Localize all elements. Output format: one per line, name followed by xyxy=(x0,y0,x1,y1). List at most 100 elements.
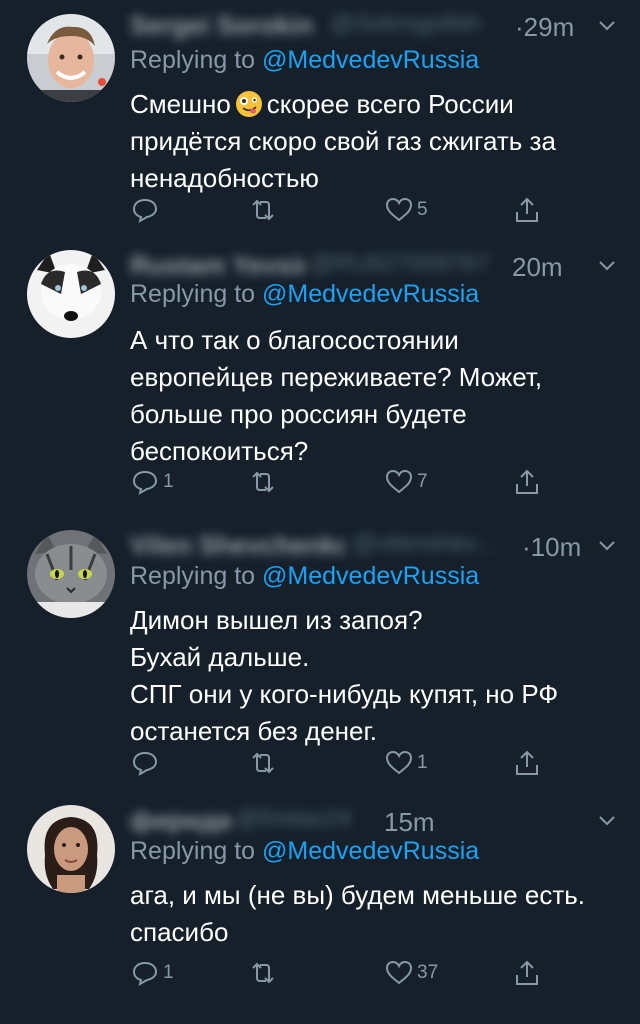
tweet-header: Rustam Yevsin @RU827009767 20m xyxy=(130,250,640,284)
like-button[interactable]: 7 xyxy=(384,464,428,500)
tweet-text: Смешно скорее всего России придётся скоро… xyxy=(130,86,600,197)
avatar[interactable] xyxy=(27,14,115,102)
replying-to: Replying to @MedvedevRussia xyxy=(130,562,479,591)
retweet-button[interactable] xyxy=(248,192,281,228)
tweet-text-line: Димон вышел из запоя? xyxy=(130,605,423,635)
avatar[interactable] xyxy=(27,530,115,618)
like-count: 5 xyxy=(417,199,428,220)
reply-icon xyxy=(132,470,158,496)
reply-button[interactable]: 1 xyxy=(130,955,174,991)
tweet-text: Димон вышел из запоя? Бухай дальше. СПГ … xyxy=(130,602,600,750)
tweet-header: Sergei Sorokin @Sokrogolibh ·29m xyxy=(130,10,640,44)
like-button[interactable]: 1 xyxy=(384,745,428,781)
reply-icon xyxy=(132,961,158,987)
time-text: 20m xyxy=(512,252,563,282)
chevron-down-icon[interactable] xyxy=(596,254,618,276)
chevron-down-icon[interactable] xyxy=(596,14,618,36)
author-handle[interactable]: @RU827009767 xyxy=(310,250,510,284)
author-name[interactable]: Vilen Shevchenko xyxy=(130,530,345,564)
reply-button[interactable] xyxy=(130,192,163,228)
heart-icon xyxy=(385,197,413,222)
avatar[interactable] xyxy=(27,250,115,338)
reply-icon xyxy=(132,751,158,777)
retweet-icon xyxy=(252,199,274,221)
share-button[interactable] xyxy=(512,464,542,500)
replying-mention[interactable]: @MedvedevRussia xyxy=(262,46,479,74)
tweet-actions: 1 xyxy=(130,745,560,781)
tweet[interactable]: фирида @firidao24 15m Replying to @Medve… xyxy=(0,805,640,1024)
tweet[interactable]: Rustam Yevsin @RU827009767 20m Replying … xyxy=(0,250,640,520)
reply-icon xyxy=(132,198,158,224)
author-handle[interactable]: @firidao24 xyxy=(235,805,375,839)
share-icon xyxy=(516,197,538,222)
tweet-time[interactable]: 15m xyxy=(384,807,435,838)
tweet[interactable]: Sergei Sorokin @Sokrogolibh ·29m Replyin… xyxy=(0,0,640,250)
replying-mention[interactable]: @MedvedevRussia xyxy=(262,837,479,865)
tweet-time[interactable]: 20m xyxy=(512,252,563,283)
tweet-text-line: Бухай дальше. xyxy=(130,642,310,672)
tweet-actions: 1 37 xyxy=(130,955,560,991)
avatar-photo xyxy=(27,14,115,102)
time-text: 10m xyxy=(530,532,582,562)
avatar-photo xyxy=(27,805,115,893)
tweet-time[interactable]: ·10m xyxy=(522,532,581,563)
tweet-header: Vilen Shevchenko @vilenshev... ·10m xyxy=(130,530,640,564)
replying-mention[interactable]: @MedvedevRussia xyxy=(262,562,479,590)
replying-to: Replying to @MedvedevRussia xyxy=(130,46,479,75)
replying-to: Replying to @MedvedevRussia xyxy=(130,280,479,309)
replying-prefix: Replying to xyxy=(130,280,256,308)
heart-icon xyxy=(385,750,413,775)
share-button[interactable] xyxy=(512,192,542,228)
retweet-button[interactable] xyxy=(248,745,281,781)
tweet-text: А что так о благосостоянии европейцев пе… xyxy=(130,325,543,466)
like-count: 7 xyxy=(417,471,428,492)
heart-icon xyxy=(385,469,413,494)
tweet-text-part: Смешно xyxy=(130,89,231,119)
tweet-actions: 5 xyxy=(130,192,560,228)
replying-prefix: Replying to xyxy=(130,562,256,590)
author-name[interactable]: Sergei Sorokin xyxy=(130,10,320,44)
tweet[interactable]: Vilen Shevchenko @vilenshev... ·10m Repl… xyxy=(0,530,640,800)
retweet-icon xyxy=(252,962,274,984)
like-button[interactable]: 5 xyxy=(384,192,428,228)
reply-button[interactable]: 1 xyxy=(130,464,174,500)
tweet-time[interactable]: ·29m xyxy=(515,12,574,43)
share-icon xyxy=(516,960,538,985)
avatar-photo xyxy=(27,530,115,618)
share-button[interactable] xyxy=(512,955,542,991)
retweet-icon xyxy=(252,471,274,493)
time-text: 29m xyxy=(523,12,575,42)
chevron-down-icon[interactable] xyxy=(596,534,618,556)
share-button[interactable] xyxy=(512,745,542,781)
tweet-actions: 1 7 xyxy=(130,464,560,500)
avatar[interactable] xyxy=(27,805,115,893)
tweet-text-line: СПГ они у кого-нибудь купят, но РФ остан… xyxy=(130,679,559,746)
like-count: 37 xyxy=(417,962,439,983)
time-text: 15m xyxy=(384,807,435,837)
replying-mention[interactable]: @MedvedevRussia xyxy=(262,280,479,308)
replying-prefix: Replying to xyxy=(130,837,256,865)
reply-button[interactable] xyxy=(130,745,163,781)
share-icon xyxy=(516,750,538,775)
retweet-icon xyxy=(252,752,274,774)
share-icon xyxy=(516,469,538,494)
time-dot: · xyxy=(515,12,524,42)
tweet-header: фирида @firidao24 15m xyxy=(130,805,640,839)
time-dot: · xyxy=(522,532,531,562)
like-count: 1 xyxy=(417,752,428,773)
replying-prefix: Replying to xyxy=(130,46,256,74)
author-handle[interactable]: @Sokrogolibh xyxy=(330,10,480,44)
reply-count: 1 xyxy=(163,962,174,983)
reply-count: 1 xyxy=(163,471,174,492)
heart-icon xyxy=(385,960,413,985)
retweet-button[interactable] xyxy=(248,464,281,500)
author-name[interactable]: фирида xyxy=(130,805,230,839)
like-button[interactable]: 37 xyxy=(384,955,438,991)
author-name[interactable]: Rustam Yevsin xyxy=(130,250,305,284)
author-handle[interactable]: @vilenshev... xyxy=(352,530,502,564)
replying-to: Replying to @MedvedevRussia xyxy=(130,837,479,866)
tweet-text: ага, и мы (не вы) будем меньше есть. спа… xyxy=(130,880,585,947)
retweet-button[interactable] xyxy=(248,955,281,991)
chevron-down-icon[interactable] xyxy=(596,809,618,831)
avatar-photo xyxy=(27,250,115,338)
